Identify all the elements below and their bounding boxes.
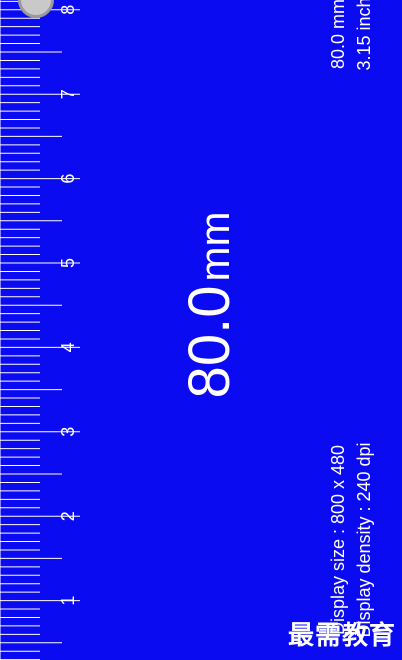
ruler-tick-label: 8 bbox=[58, 5, 78, 15]
ruler-tick-label: 5 bbox=[58, 258, 78, 268]
ruler-tick-label: 7 bbox=[58, 89, 78, 99]
ruler-tick-label: 4 bbox=[58, 342, 78, 352]
readout-mm: 80.0 mm bbox=[328, 0, 348, 70]
watermark-logo: 最需教育 bbox=[287, 621, 396, 651]
measurement-value: 80.0 bbox=[177, 285, 242, 399]
measurement-unit: mm bbox=[191, 211, 238, 282]
display-density-label: Display density : 240 dpi bbox=[354, 442, 374, 638]
readout-inch: 3.15 inch bbox=[354, 0, 374, 71]
ruler-tick-label: 3 bbox=[58, 427, 78, 437]
ruler-tick-label: 2 bbox=[58, 511, 78, 521]
ruler-tick-label: 1 bbox=[58, 596, 78, 606]
display-size-label: Display size : 800 x 480 bbox=[328, 444, 348, 636]
measurement-readout: 80.0mm bbox=[177, 211, 242, 399]
ruler-tick-label: 6 bbox=[58, 174, 78, 184]
